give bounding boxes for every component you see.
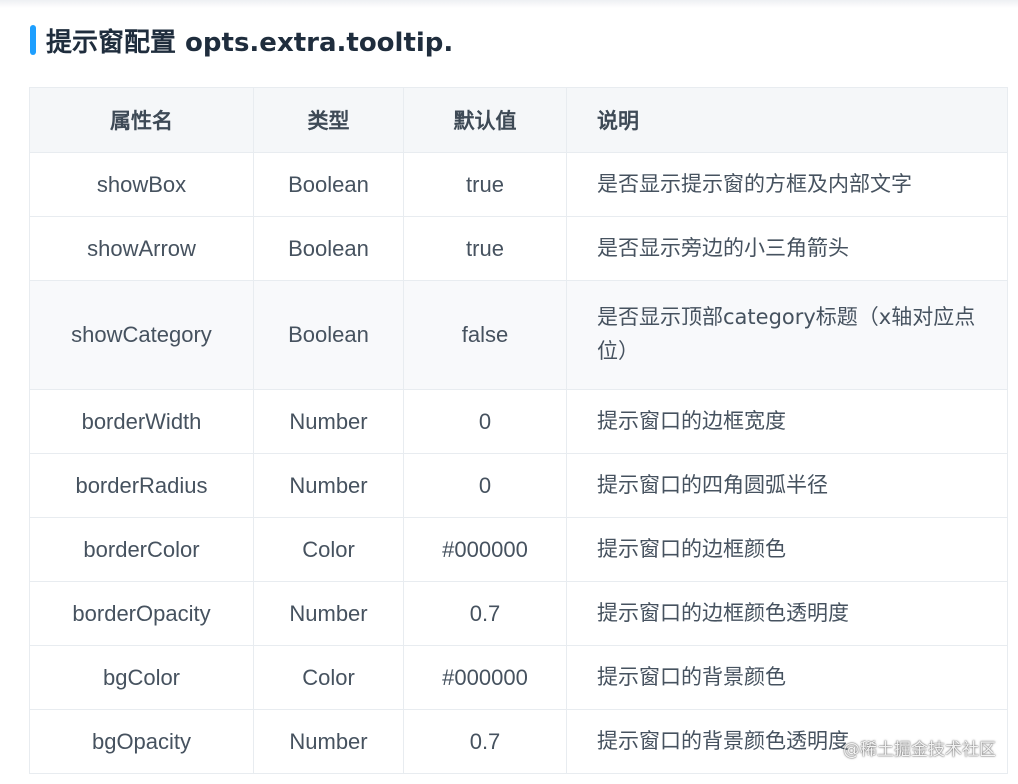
cell-default: #000000 xyxy=(403,517,567,582)
cell-description: 是否显示旁边的小三角箭头 xyxy=(566,216,1008,281)
column-header-default: 默认值 xyxy=(403,87,567,153)
table-row: borderColor Color #000000 提示窗口的边框颜色 xyxy=(29,517,1008,582)
cell-type: Number xyxy=(253,581,404,646)
cell-name: borderRadius xyxy=(29,453,254,518)
cell-type: Boolean xyxy=(253,280,404,390)
table-row: showCategory Boolean false 是否显示顶部categor… xyxy=(29,280,1008,390)
column-header-name: 属性名 xyxy=(29,87,254,153)
watermark: @稀土掘金技术社区 xyxy=(843,740,996,760)
cell-name: showArrow xyxy=(29,216,254,281)
cell-name: bgOpacity xyxy=(29,709,254,774)
heading-title: 提示窗配置 opts.extra.tooltip. xyxy=(46,27,454,58)
cell-type: Boolean xyxy=(253,152,404,217)
column-header-type: 类型 xyxy=(253,87,404,153)
cell-description: 提示窗口的边框颜色透明度 xyxy=(566,581,1008,646)
cell-type: Number xyxy=(253,709,404,774)
cell-default: false xyxy=(403,280,567,390)
cell-description: 提示窗口的背景颜色 xyxy=(566,645,1008,710)
cell-default: true xyxy=(403,216,567,281)
table-row: showArrow Boolean true 是否显示旁边的小三角箭头 xyxy=(29,216,1008,281)
cell-name: showCategory xyxy=(29,280,254,390)
cell-name: bgColor xyxy=(29,645,254,710)
table-row: showBox Boolean true 是否显示提示窗的方框及内部文字 xyxy=(29,152,1008,217)
cell-default: 0 xyxy=(403,389,567,454)
top-edge xyxy=(0,0,1018,8)
cell-description: 是否显示顶部category标题（x轴对应点位） xyxy=(566,280,1008,390)
table-row: borderWidth Number 0 提示窗口的边框宽度 xyxy=(29,389,1008,454)
table-header-row: 属性名 类型 默认值 说明 xyxy=(29,87,1008,153)
cell-type: Color xyxy=(253,645,404,710)
table-row: borderRadius Number 0 提示窗口的四角圆弧半径 xyxy=(29,453,1008,518)
cell-name: showBox xyxy=(29,152,254,217)
heading-accent-bar xyxy=(30,25,36,55)
table-row: bgColor Color #000000 提示窗口的背景颜色 xyxy=(29,645,1008,710)
cell-description: 提示窗口的边框宽度 xyxy=(566,389,1008,454)
cell-name: borderColor xyxy=(29,517,254,582)
properties-table: 属性名 类型 默认值 说明 showBox Boolean true 是否显示提… xyxy=(29,87,1008,774)
cell-default: 0 xyxy=(403,453,567,518)
section-heading: 提示窗配置 opts.extra.tooltip. xyxy=(30,18,453,62)
cell-type: Number xyxy=(253,389,404,454)
cell-type: Boolean xyxy=(253,216,404,281)
cell-default: 0.7 xyxy=(403,709,567,774)
cell-name: borderWidth xyxy=(29,389,254,454)
cell-type: Number xyxy=(253,453,404,518)
cell-default: 0.7 xyxy=(403,581,567,646)
table-row: borderOpacity Number 0.7 提示窗口的边框颜色透明度 xyxy=(29,581,1008,646)
cell-description: 提示窗口的边框颜色 xyxy=(566,517,1008,582)
cell-description: 是否显示提示窗的方框及内部文字 xyxy=(566,152,1008,217)
cell-name: borderOpacity xyxy=(29,581,254,646)
cell-default: #000000 xyxy=(403,645,567,710)
cell-description: 提示窗口的四角圆弧半径 xyxy=(566,453,1008,518)
cell-type: Color xyxy=(253,517,404,582)
column-header-description: 说明 xyxy=(566,87,1008,153)
cell-default: true xyxy=(403,152,567,217)
